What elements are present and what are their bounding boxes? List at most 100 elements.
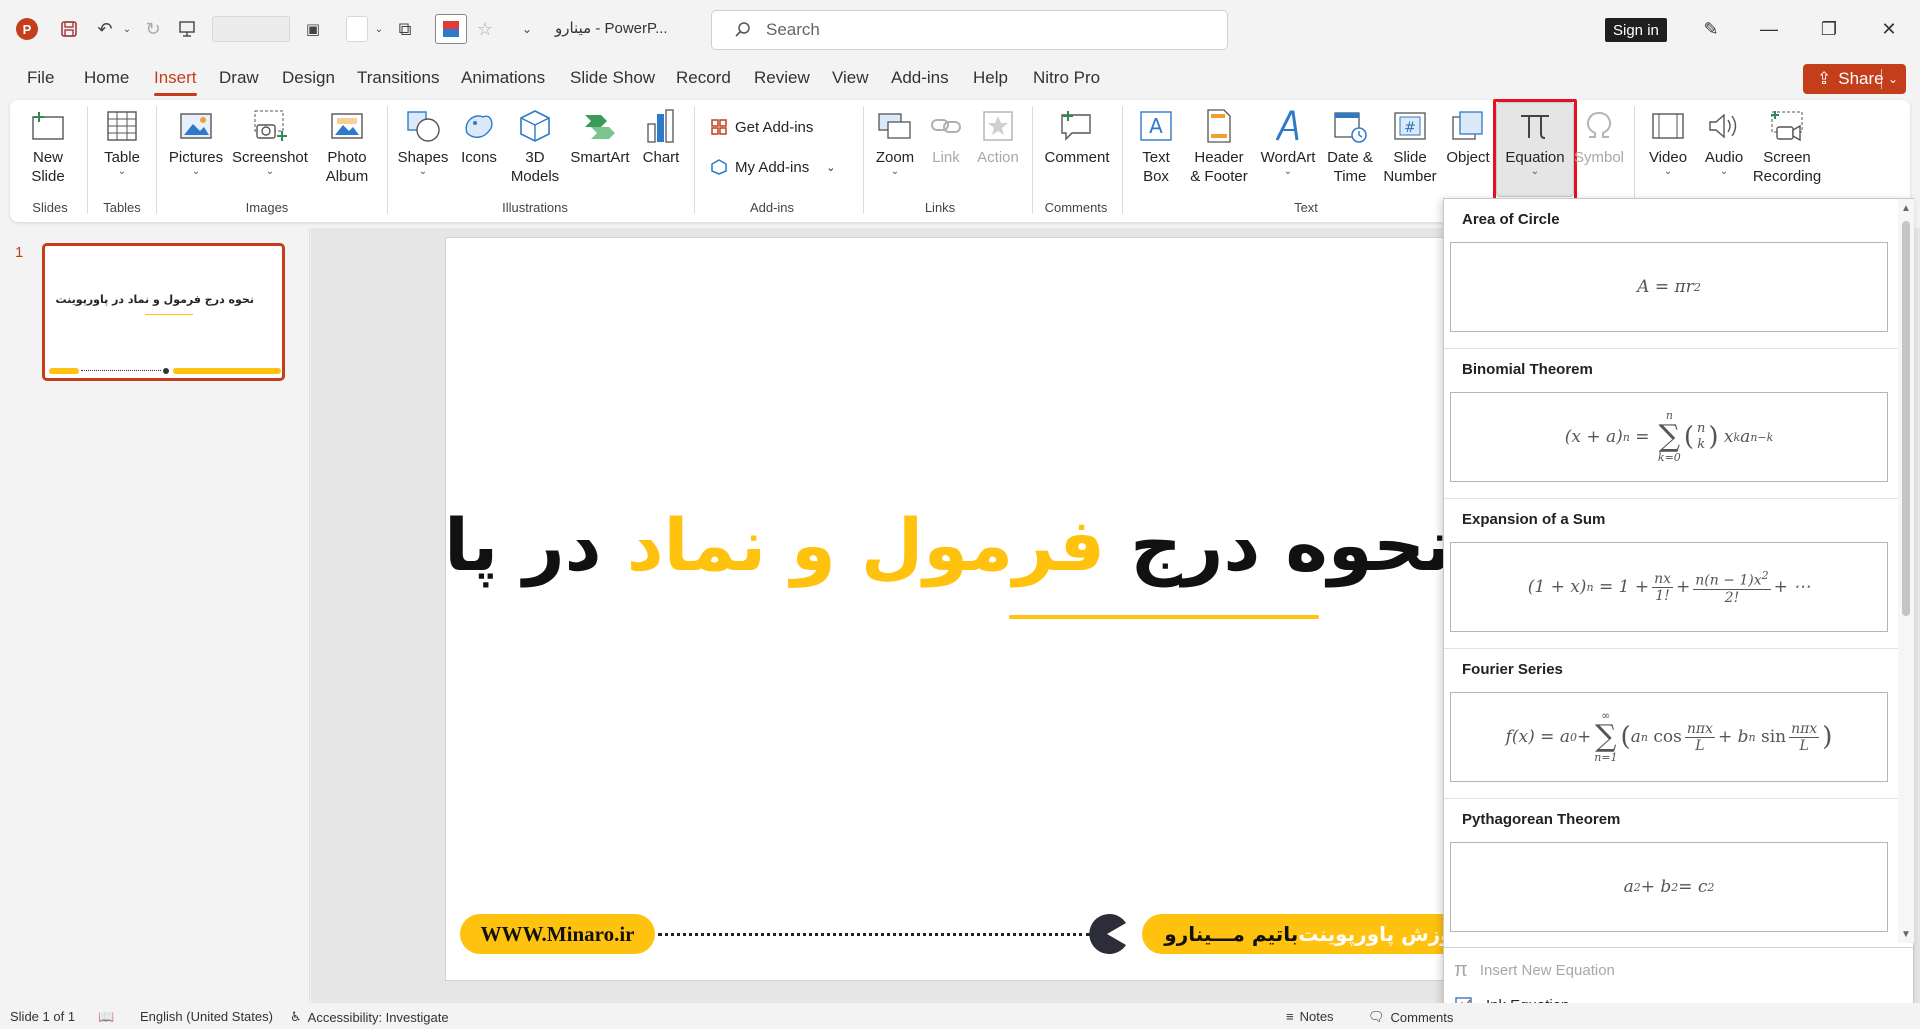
pen-icon[interactable]: ✎	[1696, 14, 1726, 44]
text-box-button[interactable]: A Text Box	[1132, 106, 1180, 186]
chevron-down-icon: ⌄	[265, 166, 275, 177]
action-button[interactable]: Action	[972, 106, 1024, 167]
audio-button[interactable]: Audio ⌄	[1698, 106, 1750, 177]
equation-area-of-circle[interactable]: A = πr 2	[1450, 242, 1888, 332]
tab-record[interactable]: Record	[676, 68, 731, 96]
tab-draw[interactable]: Draw	[219, 68, 259, 96]
search-input[interactable]: Search	[711, 10, 1228, 50]
tab-design[interactable]: Design	[282, 68, 335, 96]
my-add-ins-button[interactable]: My Add-ins ⌄	[710, 158, 835, 176]
photo-album-button[interactable]: Photo Album	[315, 106, 379, 186]
comment-button[interactable]: Comment	[1040, 106, 1114, 167]
restore-icon[interactable]: ❐	[1814, 14, 1844, 44]
notes-button[interactable]: ≡ Notes	[1286, 1009, 1334, 1024]
group-slides: Slides	[32, 200, 68, 215]
equation-expansion-of-a-sum[interactable]: (1 + x) n = 1 + nx 1! + n(n − 1)x2 2! + ⋯	[1450, 542, 1888, 632]
icons-button[interactable]: Icons	[456, 106, 502, 167]
slide-number-label: Slide Number	[1383, 149, 1437, 185]
shapes-label: Shapes	[397, 149, 449, 166]
object-button[interactable]: Object	[1442, 106, 1494, 167]
close-icon[interactable]: ✕	[1874, 14, 1904, 44]
tab-review[interactable]: Review	[754, 68, 810, 96]
equation-fourier-series[interactable]: f(x) = a0 + ∞ ∑ n=1(a n cos nπx L + bn sin nπx L)	[1450, 692, 1888, 782]
tab-help[interactable]: Help	[973, 68, 1008, 96]
star-icon[interactable]: ☆	[472, 16, 498, 42]
pictures-button[interactable]: Pictures ⌄	[168, 106, 224, 177]
tab-nitro-pro[interactable]: Nitro Pro	[1033, 68, 1100, 96]
share-dropdown-icon[interactable]: ⌄	[1880, 69, 1898, 89]
gallery-scrollbar[interactable]: ▲ ▼	[1898, 199, 1914, 943]
equation-title: Area of Circle	[1462, 211, 1560, 228]
slide-canvas[interactable]: نحوه درج فرمول و نماد در پاورپوینت WWW.M…	[445, 237, 1445, 981]
title-underline	[1009, 615, 1319, 619]
fill-dropdown-icon[interactable]: ⌄	[372, 16, 386, 42]
3d-models-button[interactable]: 3D Models	[507, 106, 563, 186]
new-slide-button[interactable]: New Slide	[20, 106, 76, 186]
language-indicator[interactable]: English (United States)	[140, 1009, 273, 1024]
zoom-button[interactable]: Zoom ⌄	[868, 106, 922, 177]
slide-number-button[interactable]: # Slide Number	[1382, 106, 1438, 186]
share-button[interactable]: ⇪ Share ⌄	[1803, 64, 1906, 94]
svg-text:#: #	[1404, 120, 1416, 136]
slide-title[interactable]: نحوه درج فرمول و نماد در پاورپوینت	[446, 503, 1444, 587]
sign-in-button[interactable]: Sign in	[1605, 18, 1667, 42]
accessibility-icon: ♿	[290, 1009, 302, 1024]
calendar-icon	[1330, 106, 1370, 146]
undo-dropdown-icon[interactable]: ⌄	[120, 16, 134, 42]
slide-thumbnail[interactable]: نحوه درج فرمول و نماد در پاورپوینت	[42, 243, 285, 381]
table-button[interactable]: Table ⌄	[100, 106, 144, 177]
date-time-label: Date & Time	[1327, 149, 1373, 185]
tab-file[interactable]: File	[27, 68, 54, 96]
screen-recording-button[interactable]: Screen Recording	[1753, 106, 1821, 186]
date-time-button[interactable]: Date & Time	[1322, 106, 1378, 186]
action-label: Action	[977, 149, 1019, 166]
scroll-down-icon[interactable]: ▼	[1901, 929, 1911, 940]
footer-badge[interactable]: آموزش پاورپوینت باتیم مـــینارو	[1142, 914, 1444, 954]
insert-new-equation-item[interactable]: π Insert New Equation	[1454, 959, 1615, 982]
symbol-button[interactable]: Symbol	[1572, 106, 1626, 167]
shapes-button[interactable]: Shapes ⌄	[395, 106, 451, 177]
equation-binomial-theorem[interactable]: (x + a) n = n ∑ k=0(n k) x k a n−k	[1450, 392, 1888, 482]
screenshot-button[interactable]: Screenshot ⌄	[230, 106, 310, 177]
color-picker[interactable]	[435, 14, 467, 44]
video-button[interactable]: Video ⌄	[1642, 106, 1694, 177]
fill-color-box[interactable]	[346, 16, 368, 42]
title-bar: P ↶ ⌄ ↻ ▣ ⌄ ⧉ ☆ ⌄ مینارو - PowerP... Sea…	[0, 0, 1920, 58]
undo-icon[interactable]: ↶	[92, 16, 118, 42]
smartart-icon	[580, 106, 620, 146]
icons-icon	[459, 106, 499, 146]
smartart-button[interactable]: SmartArt	[568, 106, 632, 167]
tab-view[interactable]: View	[832, 68, 869, 96]
link-button[interactable]: Link	[926, 106, 966, 167]
tab-slide-show[interactable]: Slide Show	[570, 68, 655, 96]
object-icon	[1448, 106, 1488, 146]
presentation-icon[interactable]	[174, 16, 200, 42]
layout-icon[interactable]: ▣	[300, 16, 326, 42]
font-size-box[interactable]	[212, 16, 290, 42]
search-icon	[735, 22, 750, 37]
scroll-thumb[interactable]	[1902, 221, 1910, 616]
tab-home[interactable]: Home	[84, 68, 129, 96]
tab-transitions[interactable]: Transitions	[357, 68, 440, 96]
tab-animations[interactable]: Animations	[461, 68, 545, 96]
my-add-ins-label: My Add-ins	[735, 158, 810, 176]
group-images: Images	[245, 200, 289, 215]
tab-add-ins[interactable]: Add-ins	[891, 68, 949, 96]
equation-pythagorean-theorem[interactable]: a2 + b2 = c2	[1450, 842, 1888, 932]
website-badge[interactable]: WWW.Minaro.ir	[460, 914, 655, 954]
redo-icon[interactable]: ↻	[140, 16, 166, 42]
comments-button[interactable]: 🗨 Comments	[1368, 1009, 1453, 1025]
scroll-up-icon[interactable]: ▲	[1901, 203, 1911, 214]
minimize-icon[interactable]: —	[1754, 14, 1784, 44]
footer-highlight: آموزش پاورپوینت	[1298, 922, 1444, 946]
spelling-icon[interactable]: 📖	[98, 1009, 114, 1025]
chart-button[interactable]: Chart	[638, 106, 684, 167]
shapes-quick-icon[interactable]: ⧉	[392, 16, 418, 42]
accessibility-indicator[interactable]: ♿ Accessibility: Investigate	[290, 1009, 449, 1025]
wordart-button[interactable]: WordArt ⌄	[1258, 106, 1318, 177]
get-add-ins-button[interactable]: Get Add-ins	[710, 118, 813, 136]
customize-toolbar-icon[interactable]: ⌄	[520, 16, 534, 42]
tab-insert[interactable]: Insert	[154, 68, 197, 96]
header-footer-button[interactable]: Header & Footer	[1184, 106, 1254, 186]
save-icon[interactable]	[56, 16, 82, 42]
